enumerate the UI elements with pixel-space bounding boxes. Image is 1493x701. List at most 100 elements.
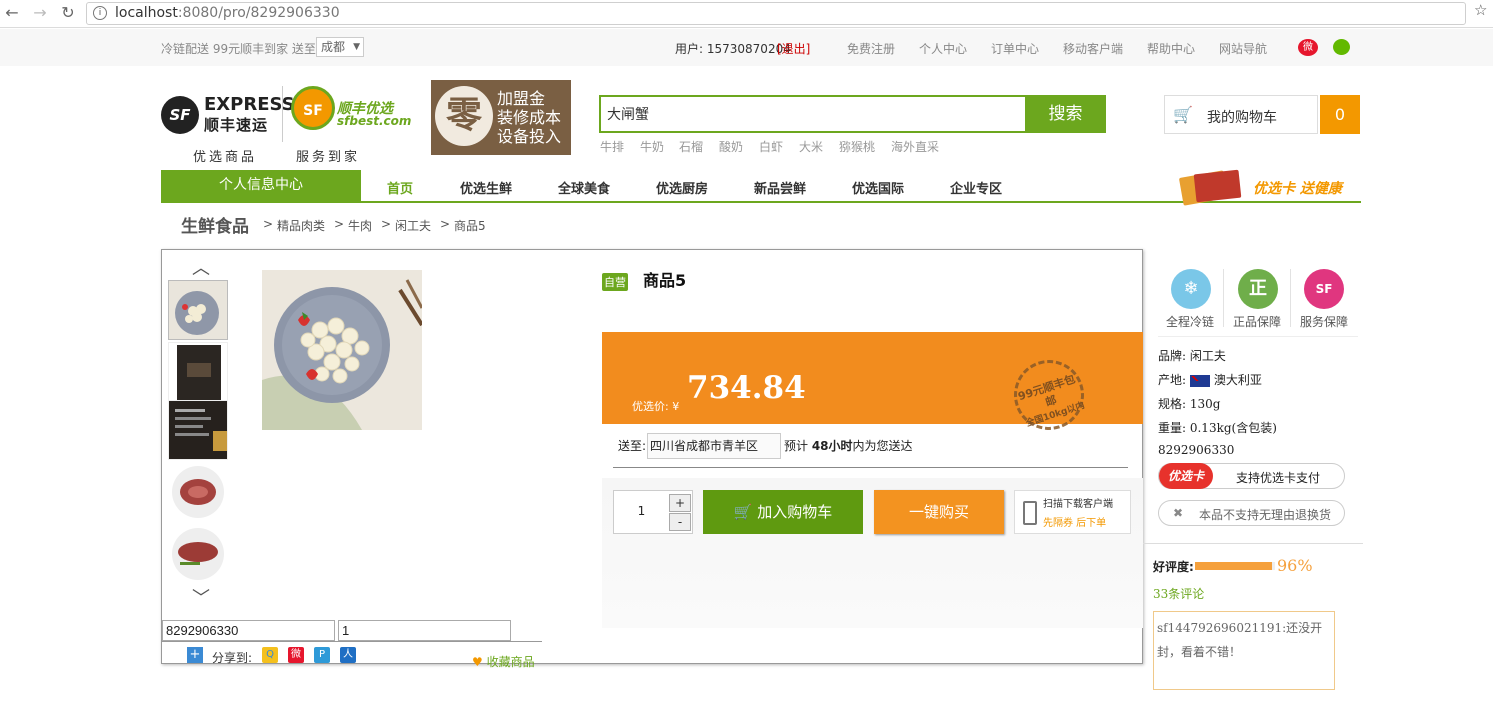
- qzone-share-icon[interactable]: Q: [262, 647, 278, 663]
- mobile-client-link[interactable]: 移动客户端: [1063, 40, 1123, 57]
- hot-word-link[interactable]: 海外直采: [891, 138, 939, 155]
- sf-service-icon: SF: [1304, 269, 1344, 309]
- cart-icon: 🛒: [1173, 105, 1193, 124]
- buy-now-button[interactable]: 一键购买: [874, 490, 1004, 534]
- url-text: localhost:8080/pro/8292906330: [115, 5, 340, 21]
- reload-icon[interactable]: ↻: [58, 3, 78, 23]
- rating-value: 96%: [1277, 556, 1313, 575]
- chevron-up-icon[interactable]: ︿: [192, 254, 210, 280]
- slogan-right: 服务到家: [296, 150, 361, 165]
- quantity-value[interactable]: 1: [614, 504, 669, 518]
- card-pay-tag: 优选卡: [1159, 463, 1213, 489]
- price-box: 优选价: ¥ 734.84 99元顺丰包邮 全国10kg以内: [602, 332, 1143, 440]
- nav-item-fresh[interactable]: 优选生鲜: [460, 178, 512, 197]
- nav-item-enterprise[interactable]: 企业专区: [950, 178, 1002, 197]
- personal-center-tab[interactable]: 个人信息中心: [161, 170, 361, 201]
- promo-line: 装修成本: [497, 108, 562, 127]
- hot-word-link[interactable]: 白虾: [759, 138, 783, 155]
- cart-count-badge[interactable]: 0: [1320, 95, 1360, 134]
- genuine-icon: 正: [1238, 269, 1278, 309]
- sf-logo-icon[interactable]: SF: [161, 96, 199, 134]
- hot-word-link[interactable]: 酸奶: [719, 138, 743, 155]
- city-select[interactable]: 成都 ▼: [316, 37, 364, 57]
- hot-word-link[interactable]: 猕猴桃: [839, 138, 875, 155]
- product-thumbnail[interactable]: [168, 280, 228, 340]
- weight-attr: 重量: 0.13kg(含包装): [1158, 421, 1277, 435]
- breadcrumb-category[interactable]: 生鲜食品: [181, 212, 249, 237]
- renren-share-icon[interactable]: 人: [340, 647, 356, 663]
- breadcrumb-item[interactable]: 牛肉: [348, 217, 372, 234]
- tencent-weibo-share-icon[interactable]: P: [314, 647, 330, 663]
- forward-arrow-icon[interactable]: →: [30, 3, 50, 23]
- user-info: 用户: 15730870204: [675, 42, 791, 56]
- breadcrumb-item[interactable]: 精品肉类: [277, 217, 325, 234]
- quantity-minus-button[interactable]: -: [669, 513, 691, 531]
- breadcrumb-item[interactable]: 闲工夫: [395, 217, 431, 234]
- card-pay-badge[interactable]: 优选卡 支持优选卡支付: [1158, 463, 1345, 489]
- review-count-link[interactable]: 33条评论: [1153, 585, 1204, 602]
- nav-item-kitchen[interactable]: 优选厨房: [656, 178, 708, 197]
- no-return-text: 本品不支持无理由退换货: [1199, 508, 1332, 522]
- product-thumbnail[interactable]: [168, 522, 228, 582]
- nav-item-international[interactable]: 优选国际: [852, 178, 904, 197]
- cart-button[interactable]: 🛒 我的购物车: [1164, 95, 1318, 134]
- info-icon[interactable]: i: [93, 6, 107, 20]
- rating-label: 好评度:: [1153, 560, 1194, 574]
- divider: [1158, 336, 1358, 337]
- product-thumbnail[interactable]: [168, 462, 228, 522]
- app-coupon-text: 先隔券 后下单: [1043, 518, 1107, 529]
- sfbest-logo-url: sfbest.com: [337, 114, 412, 128]
- ship-region-select[interactable]: 四川省成都市青羊区: [647, 433, 781, 459]
- logout-link[interactable]: [退出]: [777, 40, 810, 57]
- bookmark-star-icon[interactable]: ☆: [1474, 1, 1489, 19]
- search-input[interactable]: [599, 95, 1027, 133]
- snowflake-icon: ❄: [1171, 269, 1211, 309]
- user-center-link[interactable]: 个人中心: [919, 40, 967, 57]
- quantity-stepper[interactable]: 1 + -: [613, 490, 693, 534]
- main-nav: 个人信息中心 首页 优选生鲜 全球美食 优选厨房 新品尝鲜 优选国际 企业专区 …: [161, 169, 1361, 206]
- share-plus-icon[interactable]: +: [187, 647, 203, 663]
- free-shipping-stamp: 99元顺丰包邮 全国10kg以内: [1004, 350, 1094, 440]
- hot-word-link[interactable]: 牛奶: [640, 138, 664, 155]
- favorite-link[interactable]: ♥ 收藏商品: [472, 653, 535, 670]
- sfbest-logo-icon[interactable]: SF: [291, 86, 335, 130]
- hot-word-link[interactable]: 石榴: [679, 138, 703, 155]
- hot-word-link[interactable]: 牛排: [600, 138, 624, 155]
- address-bar[interactable]: i localhost:8080/pro/8292906330: [86, 2, 1466, 25]
- quantity-field[interactable]: [338, 620, 511, 641]
- price-label: 优选价: ¥: [632, 400, 680, 413]
- logo-divider: [282, 86, 283, 142]
- app-download-box[interactable]: 扫描下载客户端 先隔券 后下单: [1014, 490, 1131, 534]
- search-button[interactable]: 搜索: [1025, 95, 1106, 133]
- nav-item-home[interactable]: 首页: [387, 178, 413, 197]
- nav-item-global-food[interactable]: 全球美食: [558, 178, 610, 197]
- quantity-plus-button[interactable]: +: [669, 494, 691, 512]
- back-arrow-icon[interactable]: ←: [2, 3, 22, 23]
- order-center-link[interactable]: 订单中心: [991, 40, 1039, 57]
- help-center-link[interactable]: 帮助中心: [1147, 40, 1195, 57]
- brand-attr: 品牌: 闲工夫: [1158, 349, 1226, 363]
- cart-icon: 🛒: [733, 503, 753, 521]
- chevron-down-icon[interactable]: ﹀: [192, 584, 210, 610]
- add-to-cart-button[interactable]: 🛒 加入购物车: [703, 490, 863, 534]
- nav-item-new[interactable]: 新品尝鲜: [754, 178, 806, 197]
- card-promo-link[interactable]: 优选卡 送健康: [1253, 178, 1342, 198]
- breadcrumb-separator: >: [334, 217, 345, 231]
- wechat-icon[interactable]: [1333, 39, 1350, 55]
- product-id-field[interactable]: [162, 620, 335, 641]
- franchise-promo-banner[interactable]: 零 加盟金 装修成本 设备投入: [431, 80, 571, 155]
- site-nav-link[interactable]: 网站导航: [1219, 40, 1267, 57]
- share-label: 分享到:: [212, 651, 253, 665]
- spec-attr: 规格: 130g: [1158, 397, 1221, 411]
- product-main-image[interactable]: [262, 270, 422, 430]
- phone-qr-icon: [1023, 501, 1037, 525]
- product-panel: ︿ ﹀ 8292906330 1 + 分享到: Q 微 P 人 ♥ 收藏商品 自…: [161, 249, 1143, 669]
- divider: [1223, 269, 1224, 327]
- product-thumbnail[interactable]: [168, 342, 228, 402]
- weibo-icon[interactable]: 微: [1298, 39, 1318, 56]
- weibo-share-icon[interactable]: 微: [288, 647, 304, 663]
- rating-bar: [1195, 562, 1275, 570]
- hot-word-link[interactable]: 大米: [799, 138, 823, 155]
- product-thumbnail[interactable]: [168, 400, 228, 460]
- register-link[interactable]: 免费注册: [847, 40, 895, 57]
